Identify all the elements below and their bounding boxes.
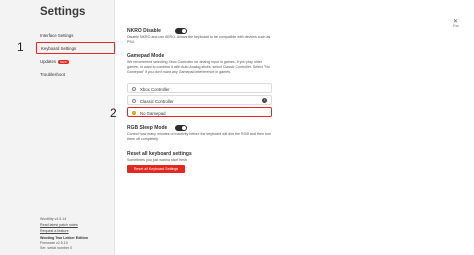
page-title: Settings <box>40 6 86 18</box>
sidebar-item-updates[interactable]: Updates NEW <box>40 59 70 64</box>
nkro-title: NKRO Disable <box>127 28 161 34</box>
patch-notes-link[interactable]: Read latest patch notes <box>40 223 78 227</box>
gamepad-option-xbox[interactable]: Xbox Controller <box>127 83 272 93</box>
sidebar: Settings Interface Settings Keyboard Set… <box>0 0 115 255</box>
sidebar-item-keyboard-settings[interactable]: Keyboard Settings <box>36 42 115 54</box>
sidebar-item-troubleshoot[interactable]: Troubleshoot <box>40 72 65 77</box>
sidebar-item-label: Updates <box>40 59 57 64</box>
sidebar-item-label: Keyboard Settings <box>41 46 77 51</box>
firmware-version: Firmware v2.5.10 <box>40 241 68 245</box>
option-label: Classic Controller <box>140 98 174 104</box>
rgb-sleep-title: RGB Sleep Mode <box>127 125 168 131</box>
rgb-sleep-description: Control how many minutes of inactivity b… <box>127 132 272 141</box>
reset-description: Sometimes you just wanna start fresh <box>127 158 187 162</box>
device-name: Wooting Two Lekker Edition <box>40 236 88 240</box>
main-panel: ✕ Esc NKRO Disable Disable NKRO and use … <box>115 0 474 255</box>
radio-icon <box>132 98 136 103</box>
toggle-knob <box>182 126 186 130</box>
new-badge: NEW <box>58 60 70 64</box>
nkro-toggle[interactable] <box>175 28 187 34</box>
software-version: Wootility v4.5.14 <box>40 217 67 221</box>
gamepad-title: Gamepad Mode <box>127 53 165 59</box>
close-hint: Esc <box>453 24 459 28</box>
nkro-description: Disable NKRO and use 6KRO. Allows the ke… <box>127 35 271 44</box>
rgb-sleep-toggle[interactable] <box>175 125 187 131</box>
radio-selected-icon <box>132 110 136 115</box>
sidebar-item-interface-settings[interactable]: Interface Settings <box>40 33 73 38</box>
reset-title: Reset all keyboard settings <box>127 151 192 157</box>
info-icon[interactable]: i <box>262 98 267 103</box>
reset-all-button[interactable]: Reset all Keyboard Settings <box>127 165 185 173</box>
gamepad-description: We recommend selecting Xbox Controller f… <box>127 60 270 74</box>
feature-request-link[interactable]: Request a feature <box>40 229 69 233</box>
gamepad-option-none[interactable]: No Gamepad <box>127 107 272 117</box>
toggle-knob <box>182 29 186 33</box>
serial-number: Ser. serial number 0 <box>40 246 73 250</box>
gamepad-option-classic[interactable]: Classic Controller i <box>127 95 272 105</box>
option-label: No Gamepad <box>140 110 166 116</box>
radio-icon <box>132 86 136 91</box>
annotation-marker-1: 1 <box>17 40 24 54</box>
option-label: Xbox Controller <box>140 86 170 92</box>
